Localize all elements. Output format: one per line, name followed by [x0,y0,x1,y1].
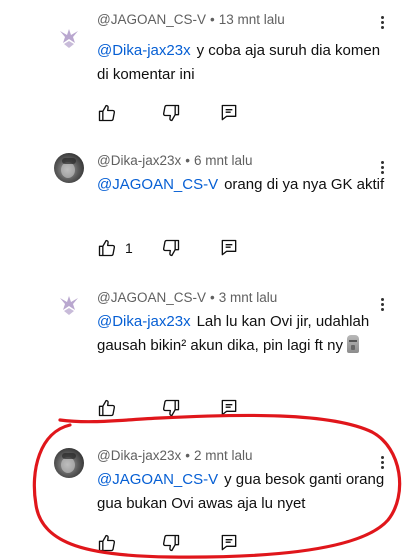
like-icon [98,534,116,552]
mention-link[interactable]: @Dika-jax23x [97,313,191,330]
user-photo-icon[interactable] [54,153,84,183]
like-icon [98,399,116,417]
like-icon [98,104,116,122]
dislike-icon [162,399,180,417]
comment-body: @Dika-jax23x Lah lu kan Ovi jir, udahlah … [97,310,387,358]
dislike-icon [162,239,180,257]
dislike-button[interactable] [161,397,181,419]
like-button[interactable] [97,397,125,419]
comment-body: @Dika-jax23x y coba aja suruh dia komen d… [97,39,387,87]
comment-body: @JAGOAN_CS-V orang di ya nya GK aktif [97,173,387,197]
like-button[interactable]: 1 [97,237,133,259]
comment-meta: @JAGOAN_CS-V • 13 mnt lalu [97,12,285,27]
comment-time: 13 mnt lalu [218,12,285,27]
dislike-icon [162,534,180,552]
like-button[interactable] [97,532,125,554]
mention-link[interactable]: @Dika-jax23x [97,42,191,59]
reply-button[interactable] [219,532,239,554]
mention-link[interactable]: @JAGOAN_CS-V [97,471,218,488]
comment-time: 3 mnt lalu [218,290,278,305]
dislike-icon [162,104,180,122]
more-options-icon[interactable] [374,14,390,32]
mention-link[interactable]: @JAGOAN_CS-V [97,176,218,193]
comment-meta: @Dika-jax23x • 2 mnt lalu [97,448,253,463]
reply-icon [221,104,237,121]
reply-icon [221,399,237,416]
dislike-button[interactable] [161,237,181,259]
comment-meta: @JAGOAN_CS-V • 3 mnt lalu [97,290,278,305]
comment-author[interactable]: @JAGOAN_CS-V [97,12,206,27]
reply-button[interactable] [219,102,239,124]
reply-icon [221,534,237,551]
reply-icon [221,239,237,256]
crest-logo-icon[interactable] [54,23,84,53]
comment-text: orang di ya nya GK aktif [224,176,385,193]
comment-body: @JAGOAN_CS-V y gua besok ganti orang gua … [97,468,387,516]
comment-author[interactable]: @Dika-jax23x [97,448,181,463]
moai-emoji-icon [346,335,359,353]
comment-author[interactable]: @Dika-jax23x [97,153,181,168]
dislike-button[interactable] [161,102,181,124]
comment-time: 6 mnt lalu [193,153,253,168]
like-icon [98,239,116,257]
user-photo-icon[interactable] [54,448,84,478]
comment-author[interactable]: @JAGOAN_CS-V [97,290,206,305]
reply-button[interactable] [219,237,239,259]
crest-logo-icon[interactable] [54,290,84,320]
like-count: 1 [125,240,133,256]
comment-time: 2 mnt lalu [193,448,253,463]
comment-meta: @Dika-jax23x • 6 mnt lalu [97,153,253,168]
like-button[interactable] [97,102,125,124]
reply-button[interactable] [219,397,239,419]
dislike-button[interactable] [161,532,181,554]
